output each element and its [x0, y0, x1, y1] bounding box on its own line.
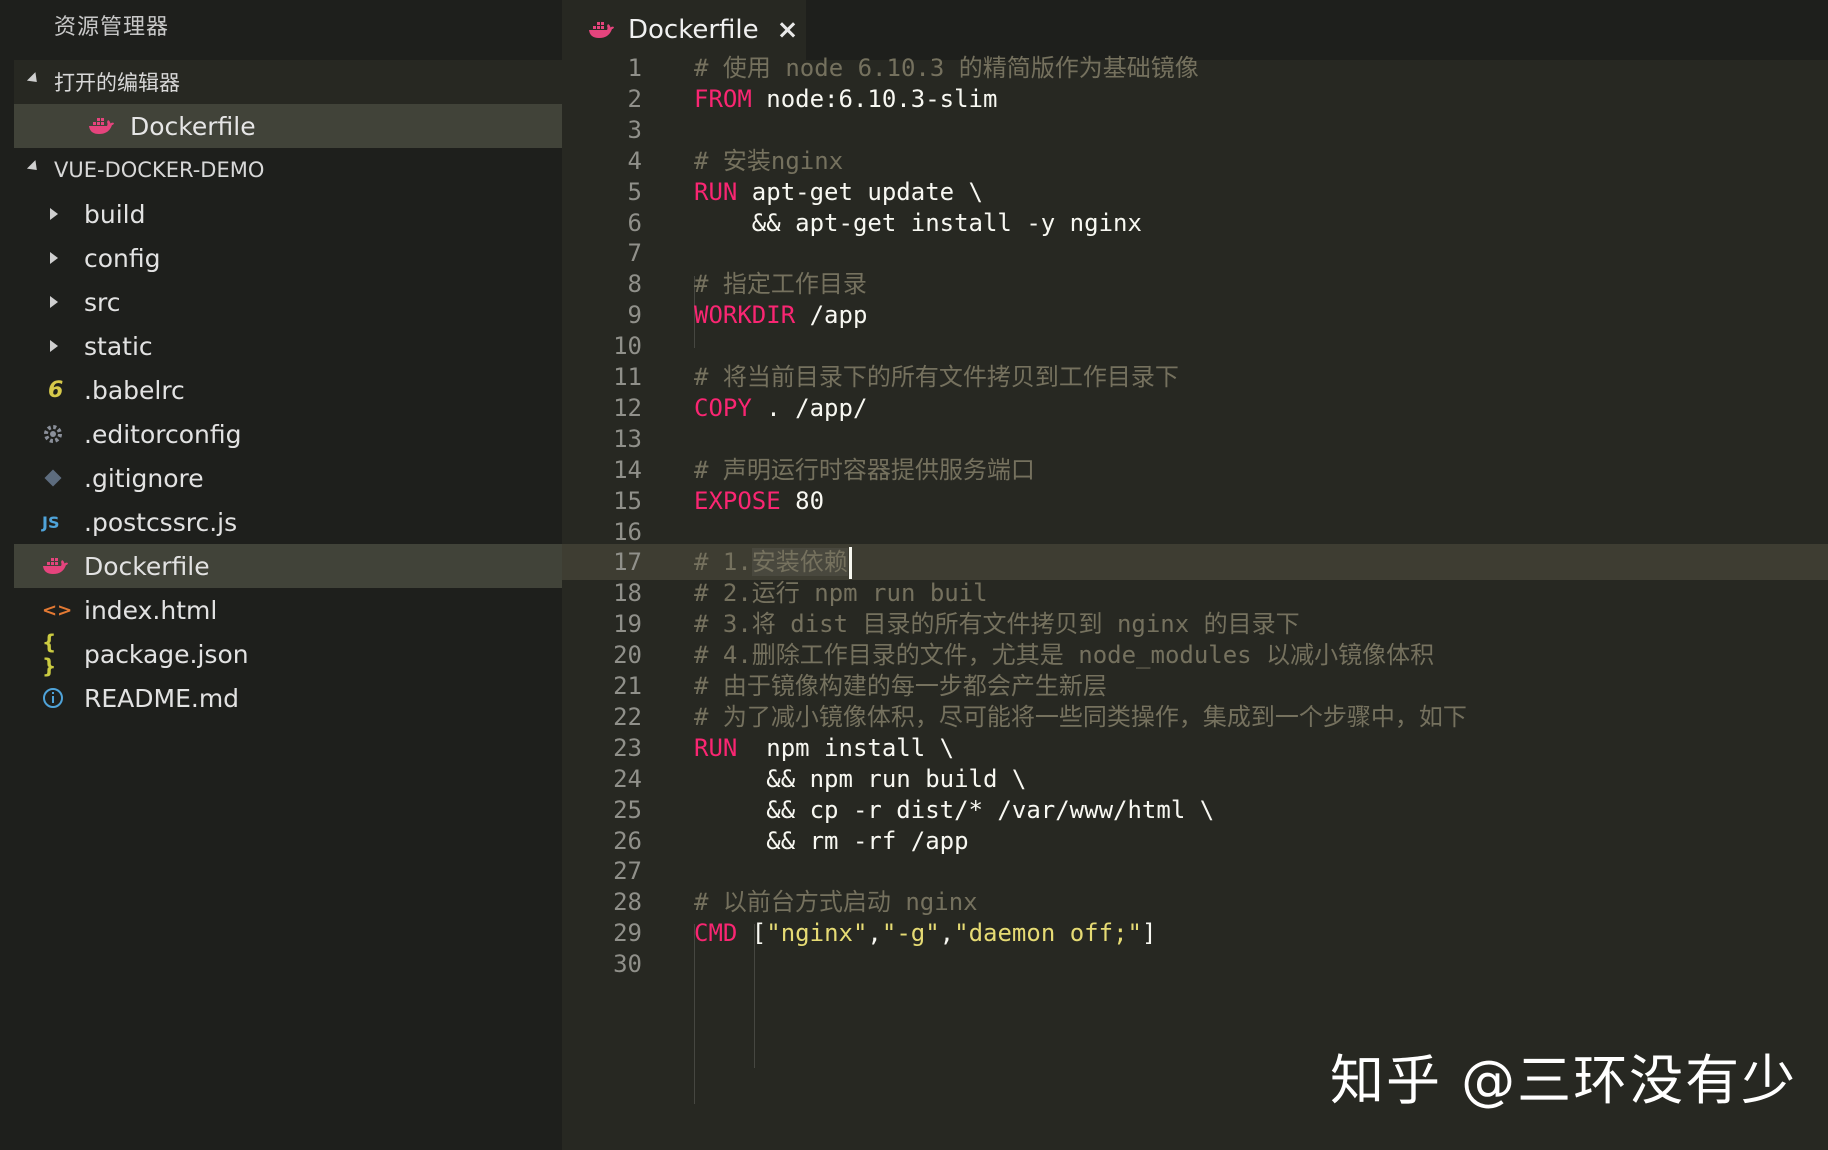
string-token: "nginx" — [766, 919, 868, 948]
code-editor[interactable]: 1 # 使用 node 6.10.3 的精简版作为基础镜像 2 FROM node:6… — [562, 54, 1828, 1150]
close-icon[interactable]: × — [777, 15, 799, 45]
tree-item-label: package.json — [84, 639, 249, 669]
comment-token: # 4.删除工作目录的文件，尤其是 node_modules 以减小镜像体积 — [694, 641, 1435, 670]
activity-bar — [0, 0, 14, 1150]
line-number: 30 — [613, 950, 642, 979]
text-token: && rm -rf /app — [694, 826, 969, 855]
chevron-right-icon — [42, 208, 74, 220]
tree-item-dot-babelrc[interactable]: 6 .babelrc — [14, 368, 562, 412]
explorer-title: 资源管理器 — [14, 0, 562, 60]
keyword-token: EXPOSE — [694, 486, 781, 515]
tree-item-label: .editorconfig — [84, 419, 242, 449]
tree-item-dot-gitignore[interactable]: .gitignore — [14, 456, 562, 500]
comment-token: # 1. — [694, 548, 752, 577]
comment-token: # 2.运行 npm run buil — [694, 579, 988, 608]
tree-item-label: .gitignore — [84, 463, 204, 493]
tree-item-index-html[interactable]: <> index.html — [14, 588, 562, 632]
comment-token: # 由于镜像构建的每一步都会产生新层 — [694, 672, 1107, 700]
babel-icon: 6 — [48, 377, 64, 403]
tree-item-dockerfile[interactable]: Dockerfile — [14, 544, 562, 588]
tree-item-dot-editorconfig[interactable]: .editorconfig — [14, 412, 562, 456]
docker-icon — [588, 21, 620, 39]
text-token: 80 — [780, 486, 825, 515]
text-token: [ — [737, 919, 767, 948]
text-token: . /app/ — [751, 393, 868, 422]
keyword-token: WORKDIR — [694, 301, 796, 330]
keyword-token: CMD — [694, 919, 738, 948]
keyword-token: RUN — [694, 177, 738, 206]
tree-item-package-json[interactable]: { } package.json — [14, 630, 562, 678]
text-token: /app — [795, 301, 868, 330]
info-icon — [42, 687, 74, 709]
string-token: "-g" — [881, 919, 940, 948]
open-editor-item-dockerfile[interactable]: Dockerfile — [14, 104, 562, 148]
tree-item-label: static — [84, 331, 153, 361]
js-icon: JS — [42, 512, 60, 532]
git-icon — [42, 467, 74, 489]
file-tree: build config src static 6 .babelrc .editorconf… — [14, 192, 562, 720]
text-token: && apt-get install -y nginx — [694, 208, 1142, 237]
tree-item-label: .postcssrc.js — [84, 507, 238, 537]
string-token: "daemon off;" — [954, 919, 1142, 948]
text-token: npm install \ — [737, 733, 955, 762]
tree-item-dot-postcssrc-js[interactable]: JS .postcssrc.js — [14, 500, 562, 544]
text-token: apt-get update \ — [737, 177, 983, 206]
explorer-sidebar: 资源管理器 打开的编辑器 Dockerfile VUE-DOCKER-DEMO … — [14, 0, 562, 1150]
keyword-token: FROM — [694, 84, 752, 113]
gear-icon — [42, 423, 74, 445]
comment-token: # 声明运行时容器提供服务端口 — [694, 455, 1035, 484]
tree-item-label: config — [84, 243, 161, 273]
keyword-token: COPY — [694, 393, 752, 422]
comment-token: 安装依赖 — [751, 548, 848, 577]
open-editors-header[interactable]: 打开的编辑器 — [14, 60, 562, 104]
collapse-icon — [26, 72, 42, 87]
text-token: ] — [1141, 919, 1157, 948]
text-token: , — [939, 919, 955, 948]
comment-token: # 指定工作目录 — [694, 270, 867, 299]
tree-item-config[interactable]: config — [14, 236, 562, 280]
tree-item-static[interactable]: static — [14, 324, 562, 368]
json-icon: { } — [42, 630, 57, 678]
tree-item-label: Dockerfile — [84, 551, 210, 581]
chevron-right-icon — [42, 252, 74, 264]
chevron-right-icon — [42, 340, 74, 352]
open-editor-label: Dockerfile — [130, 111, 256, 141]
text-token: , — [867, 919, 882, 948]
text-token: && cp -r dist/* /var/www/html \ — [694, 795, 1215, 824]
tree-item-label: src — [84, 287, 121, 317]
html-icon: <> — [42, 599, 73, 621]
tree-item-build[interactable]: build — [14, 192, 562, 236]
docker-icon — [42, 557, 74, 575]
tree-item-label: index.html — [84, 595, 218, 625]
project-header[interactable]: VUE-DOCKER-DEMO — [14, 148, 562, 192]
comment-token: # 安装nginx — [694, 146, 844, 175]
collapse-icon — [26, 160, 42, 175]
watermark: 知乎 @三环没有少 — [1330, 1049, 1798, 1112]
text-token: && npm run build \ — [694, 764, 1027, 793]
tree-item-readme-md[interactable]: README.md — [14, 676, 562, 720]
project-label: VUE-DOCKER-DEMO — [54, 158, 265, 182]
tree-item-label: README.md — [84, 683, 240, 713]
tab-label: Dockerfile — [628, 15, 759, 45]
tree-item-label: .babelrc — [84, 375, 185, 405]
comment-token: # 将当前目录下的所有文件拷贝到工作目录下 — [694, 363, 1179, 391]
comment-token: # 为了减小镜像体积，尽可能将一些同类操作，集成到一个步骤中，如下 — [694, 702, 1467, 731]
docker-icon — [88, 117, 120, 135]
code-line[interactable]: 30 — [562, 946, 1828, 982]
chevron-right-icon — [42, 296, 74, 308]
comment-token: # 3.将 dist 目录的所有文件拷贝到 nginx 的目录下 — [694, 610, 1300, 639]
keyword-token: RUN — [694, 733, 738, 762]
comment-token: # 以前台方式启动 nginx — [694, 888, 978, 917]
tree-item-label: build — [84, 199, 146, 229]
tree-item-src[interactable]: src — [14, 280, 562, 324]
open-editors-label: 打开的编辑器 — [54, 71, 180, 95]
text-token: node:6.10.3-slim — [751, 84, 998, 113]
comment-token: # 使用 node 6.10.3 的精简版作为基础镜像 — [694, 54, 1199, 82]
